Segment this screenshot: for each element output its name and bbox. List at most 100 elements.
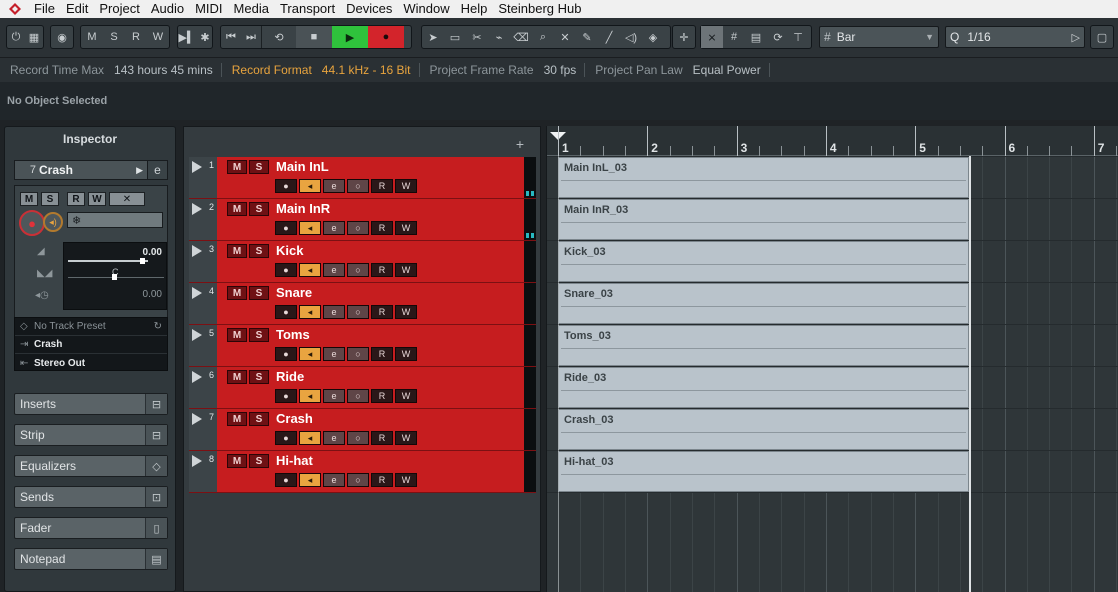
autoscroll-icon[interactable]: ▶▍ [178,26,196,48]
track-read-button[interactable]: R [371,431,393,445]
track-mute-button[interactable]: M [227,370,247,384]
track-name[interactable]: Toms [276,327,310,342]
track-mute-button[interactable]: M [227,286,247,300]
record-enable-icon[interactable]: ● [275,389,297,403]
track-preset-row[interactable]: ◇ No Track Preset ↻ [15,318,167,336]
frame-rate-value[interactable]: 30 fps [538,63,586,77]
track-read-button[interactable]: R [371,473,393,487]
range-selection-icon[interactable]: ▭ [444,26,466,48]
monitor-icon[interactable]: ◂ [299,221,321,235]
track-row[interactable]: 2 M S Main InR ● ◂ e ○ R W [189,199,536,241]
track-read-button[interactable]: R [371,305,393,319]
snap-cursor-icon[interactable]: ⟳ [767,26,789,48]
track-row[interactable]: 3 M S Kick ● ◂ e ○ R W [189,241,536,283]
track-mute-button[interactable]: M [227,244,247,258]
menu-media[interactable]: Media [230,0,276,18]
track-name[interactable]: Snare [276,285,312,300]
track-mute-button[interactable]: M [227,202,247,216]
lock-icon[interactable]: ○ [347,347,369,361]
inspector-read-button[interactable]: R [67,192,85,206]
record-enable-dial[interactable]: ● [19,210,45,236]
play-tool-icon[interactable]: ◁) [620,26,642,48]
color-tool-icon[interactable]: ◈ [642,26,664,48]
track-row[interactable]: 7 M S Crash ● ◂ e ○ R W [189,409,536,451]
record-enable-icon[interactable]: ● [275,179,297,193]
audio-part[interactable]: Snare_03 [558,283,969,324]
lock-icon[interactable]: ○ [347,389,369,403]
track-solo-button[interactable]: S [249,244,269,258]
volume-slider[interactable] [68,260,148,262]
monitor-dial[interactable]: ◂) [43,212,63,232]
track-mute-button[interactable]: M [227,454,247,468]
menu-file[interactable]: File [30,0,62,18]
panel-toggle-icon[interactable]: ▢ [1091,26,1113,48]
event-display[interactable]: Main InL_03 Main InR_03 Kick_03 Snare_03 Tom… [547,156,1118,592]
expand-arrow-icon[interactable] [192,245,202,257]
project-end-marker[interactable] [969,156,971,592]
go-to-start-icon[interactable]: ⏮ [221,26,241,48]
menu-devices[interactable]: Devices [342,0,399,18]
edit-channel-button[interactable]: e [323,347,345,361]
record-enable-icon[interactable]: ● [275,263,297,277]
track-name[interactable]: Crash [276,411,313,426]
snap-grid-icon[interactable]: # [723,26,745,48]
edit-channel-button[interactable]: e [323,221,345,235]
record-time-max-value[interactable]: 143 hours 45 mins [108,63,222,77]
expand-arrow-icon[interactable] [192,329,202,341]
track-name[interactable]: Main InL [276,159,329,174]
monitor-icon[interactable]: ◂ [299,389,321,403]
edit-channel-button[interactable]: e [323,473,345,487]
track-read-button[interactable]: R [371,389,393,403]
freeze-button[interactable]: ❄ [67,212,163,228]
record-enable-icon[interactable]: ● [275,305,297,319]
track-read-button[interactable]: R [371,221,393,235]
layout-icon[interactable]: ▦ [25,26,43,48]
audio-part[interactable]: Ride_03 [558,367,969,408]
mute-all-button[interactable]: M [81,26,103,48]
track-write-button[interactable]: W [395,263,417,277]
stop-button[interactable]: ■ [296,26,332,48]
mute-tool-icon[interactable]: ✕ [554,26,576,48]
go-to-end-icon[interactable]: ⏭ [241,26,261,48]
menu-help[interactable]: Help [457,0,495,18]
audio-part[interactable]: Kick_03 [558,241,969,282]
snap-events-icon[interactable]: ▤ [745,26,767,48]
menu-project[interactable]: Project [95,0,146,18]
draw-icon[interactable]: ✎ [576,26,598,48]
automation-mode-icon[interactable]: ✕ [109,192,145,206]
power-icon[interactable]: ⏻ [7,26,25,48]
edit-channel-button[interactable]: e [323,305,345,319]
audio-part[interactable]: Hi-hat_03 [558,451,969,492]
record-enable-icon[interactable]: ● [275,221,297,235]
track-write-button[interactable]: W [395,389,417,403]
object-selection-icon[interactable]: ➤ [422,26,444,48]
record-enable-icon[interactable]: ● [275,473,297,487]
menu-midi[interactable]: MIDI [191,0,229,18]
record-format-value[interactable]: 44.1 kHz - 16 Bit [316,63,420,77]
lock-icon[interactable]: ○ [347,431,369,445]
split-icon[interactable]: ✂ [466,26,488,48]
reload-icon[interactable]: ↻ [154,321,167,332]
volume-value[interactable]: 0.00 [143,247,162,258]
track-write-button[interactable]: W [395,473,417,487]
edit-instrument-icon[interactable]: e [147,161,167,179]
expand-arrow-icon[interactable] [192,371,202,383]
quantize-play-icon[interactable]: ▷ [1072,31,1080,44]
lock-icon[interactable]: ○ [347,305,369,319]
track-row[interactable]: 5 M S Toms ● ◂ e ○ R W [189,325,536,367]
track-solo-button[interactable]: S [249,202,269,216]
monitor-icon[interactable]: ◂ [299,431,321,445]
lock-icon[interactable]: ○ [347,179,369,193]
track-solo-button[interactable]: S [249,160,269,174]
inspector-solo-button[interactable]: S [41,192,59,206]
monitor-icon[interactable]: ◂ [299,179,321,193]
input-routing-row[interactable]: ⇥ Crash [15,336,167,354]
track-write-button[interactable]: W [395,347,417,361]
track-read-button[interactable]: R [371,263,393,277]
inspector-mute-button[interactable]: M [20,192,38,206]
pan-law-value[interactable]: Equal Power [687,63,770,77]
track-mute-button[interactable]: M [227,412,247,426]
track-name[interactable]: Hi-hat [276,453,313,468]
track-solo-button[interactable]: S [249,412,269,426]
quantize-select[interactable]: Q 1/16 ▷ [945,26,1085,48]
